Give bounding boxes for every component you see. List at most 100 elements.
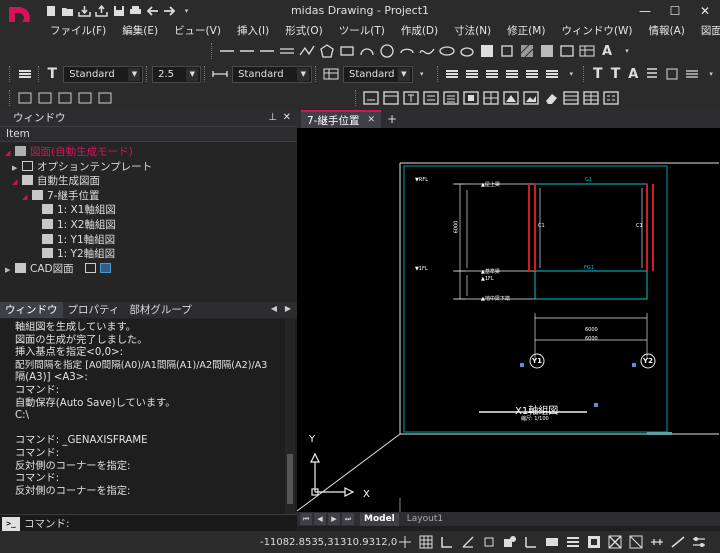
text-height-select[interactable]: 2.5 ▼ xyxy=(152,65,202,83)
toolbar-grip[interactable] xyxy=(9,66,12,82)
generate-a3-icon[interactable] xyxy=(77,90,93,106)
menu-draw[interactable]: 作成(D) xyxy=(393,22,446,40)
console-scrollbar-thumb[interactable] xyxy=(287,454,293,504)
tree-item-root[interactable]: ◢ 図面(自動生成モード) xyxy=(0,145,297,160)
otrack-icon[interactable] xyxy=(502,535,517,550)
tree-item-child[interactable]: 1: X1軸組図 xyxy=(0,203,297,218)
menu-format[interactable]: 形式(O) xyxy=(277,22,330,40)
toolbar-grip[interactable] xyxy=(583,66,586,82)
dimension-style-select[interactable]: Standard ▼ xyxy=(232,65,313,83)
tab-properties[interactable]: プロパティ xyxy=(63,302,125,318)
insert-elevation-icon[interactable] xyxy=(503,90,519,106)
table-icon[interactable] xyxy=(579,43,595,59)
menu-window[interactable]: ウィンドウ(W) xyxy=(553,22,640,40)
insert-legend-icon[interactable] xyxy=(603,90,619,106)
ortho-icon[interactable] xyxy=(439,535,454,550)
customization-icon[interactable] xyxy=(691,535,706,550)
selection-cycling-icon[interactable] xyxy=(607,535,622,550)
insert-section-icon[interactable] xyxy=(423,90,439,106)
3d-osnap-icon[interactable] xyxy=(628,535,643,550)
console-scrollbar[interactable] xyxy=(285,319,295,514)
tab-scroll-right-icon[interactable]: ▶ xyxy=(285,304,291,313)
add-tab-icon[interactable]: + xyxy=(387,112,397,126)
pin-icon[interactable]: ⊥ xyxy=(268,110,277,126)
menu-view[interactable]: ビュー(V) xyxy=(166,22,229,40)
toolbar-grip[interactable] xyxy=(9,90,12,106)
tab-scroll-left-icon[interactable]: ◀ xyxy=(271,304,277,313)
generate-a2-icon[interactable] xyxy=(57,90,73,106)
tree-item-cad[interactable]: ▶ CAD図面 xyxy=(0,262,297,277)
toolbar-grip[interactable] xyxy=(436,66,440,82)
layer-state-icon[interactable] xyxy=(17,66,33,82)
dynamic-ucs-icon[interactable] xyxy=(523,535,538,550)
polar-icon[interactable] xyxy=(460,535,475,550)
insert-table-icon[interactable] xyxy=(563,90,579,106)
table-style-select[interactable]: Standard ▼ xyxy=(342,65,413,83)
text-spell-icon[interactable] xyxy=(644,66,660,82)
polyline-icon[interactable] xyxy=(299,43,315,59)
layer-overflow-icon[interactable]: ▾ xyxy=(564,66,578,82)
menu-insert[interactable]: 挿入(I) xyxy=(229,22,277,40)
dynamic-input-icon[interactable] xyxy=(544,535,559,550)
tree-item-child[interactable]: 1: X2軸組図 xyxy=(0,218,297,233)
toolbar-grip[interactable] xyxy=(204,66,207,82)
layer-freeze-icon[interactable] xyxy=(504,66,520,82)
menu-info[interactable]: 情報(A) xyxy=(641,22,693,40)
view-mode-active-icon[interactable] xyxy=(99,262,111,273)
last-sheet-icon[interactable]: ⏭ xyxy=(342,513,354,525)
undo-icon[interactable] xyxy=(146,4,159,17)
layer-isolate-icon[interactable] xyxy=(484,66,500,82)
menu-edit[interactable]: 編集(E) xyxy=(114,22,166,40)
toolbar-grip[interactable] xyxy=(37,66,41,82)
toolbar-grip[interactable] xyxy=(355,90,358,106)
osnap-icon[interactable] xyxy=(481,535,496,550)
print-icon[interactable] xyxy=(129,4,142,17)
grid-icon[interactable] xyxy=(418,535,433,550)
transparency-icon[interactable] xyxy=(586,535,601,550)
tree-item-child[interactable]: 1: Y1軸組図 xyxy=(0,233,297,248)
ray-icon[interactable] xyxy=(259,43,275,59)
insert-text-icon[interactable] xyxy=(403,90,419,106)
insert-member-icon[interactable] xyxy=(463,90,479,106)
maximize-button[interactable]: ☐ xyxy=(660,0,690,22)
tab-member-group[interactable]: 部材グループ xyxy=(124,302,196,318)
insert-plan-icon[interactable] xyxy=(383,90,399,106)
menu-file[interactable]: ファイル(F) xyxy=(42,22,114,40)
expand-triangle-icon[interactable]: ▶ xyxy=(12,161,20,176)
mtext-icon[interactable]: A xyxy=(599,43,615,59)
new-file-icon[interactable] xyxy=(44,4,57,17)
prev-sheet-icon[interactable]: ◀ xyxy=(314,513,326,525)
tree-item-auto-group[interactable]: ◢ 自動生成図面 xyxy=(0,174,297,189)
multiline-icon[interactable] xyxy=(279,43,295,59)
tab-model[interactable]: Model xyxy=(360,512,399,526)
layer-lock-icon[interactable] xyxy=(544,66,560,82)
minimize-button[interactable]: — xyxy=(630,0,660,22)
single-text-icon[interactable]: T xyxy=(591,66,605,82)
spline-icon[interactable] xyxy=(419,43,435,59)
dimension-style-icon[interactable] xyxy=(212,66,228,82)
block-icon[interactable] xyxy=(479,43,495,59)
table-style-icon[interactable] xyxy=(323,66,339,82)
export-icon[interactable] xyxy=(78,4,91,17)
ellipse-icon[interactable] xyxy=(439,43,455,59)
view-mode-icon[interactable] xyxy=(84,262,96,273)
collapse-triangle-icon[interactable]: ◢ xyxy=(12,175,20,190)
insert-frame-icon[interactable] xyxy=(363,90,379,106)
gradient-icon[interactable] xyxy=(539,43,555,59)
menu-drawing-generation[interactable]: 図面生成 xyxy=(693,22,720,40)
import-icon[interactable] xyxy=(95,4,108,17)
lineweight-icon[interactable] xyxy=(565,535,580,550)
eraser-icon[interactable] xyxy=(543,90,559,106)
save-icon[interactable] xyxy=(112,4,125,17)
line-icon[interactable] xyxy=(219,43,235,59)
text-find-icon[interactable]: A xyxy=(626,66,640,82)
toolbar-grip[interactable] xyxy=(146,66,149,82)
tab-7-joint-position[interactable]: 7-継手位置 ✕ xyxy=(301,110,382,128)
hatch-icon[interactable] xyxy=(519,43,535,59)
arc-icon[interactable] xyxy=(359,43,375,59)
doc-tab-close-icon[interactable]: ✕ xyxy=(367,115,375,125)
tab-window[interactable]: ウィンドウ xyxy=(0,302,63,318)
polygon-icon[interactable] xyxy=(319,43,335,59)
tree-item-child[interactable]: 1: Y2軸組図 xyxy=(0,247,297,262)
snap-icon[interactable] xyxy=(397,535,412,550)
